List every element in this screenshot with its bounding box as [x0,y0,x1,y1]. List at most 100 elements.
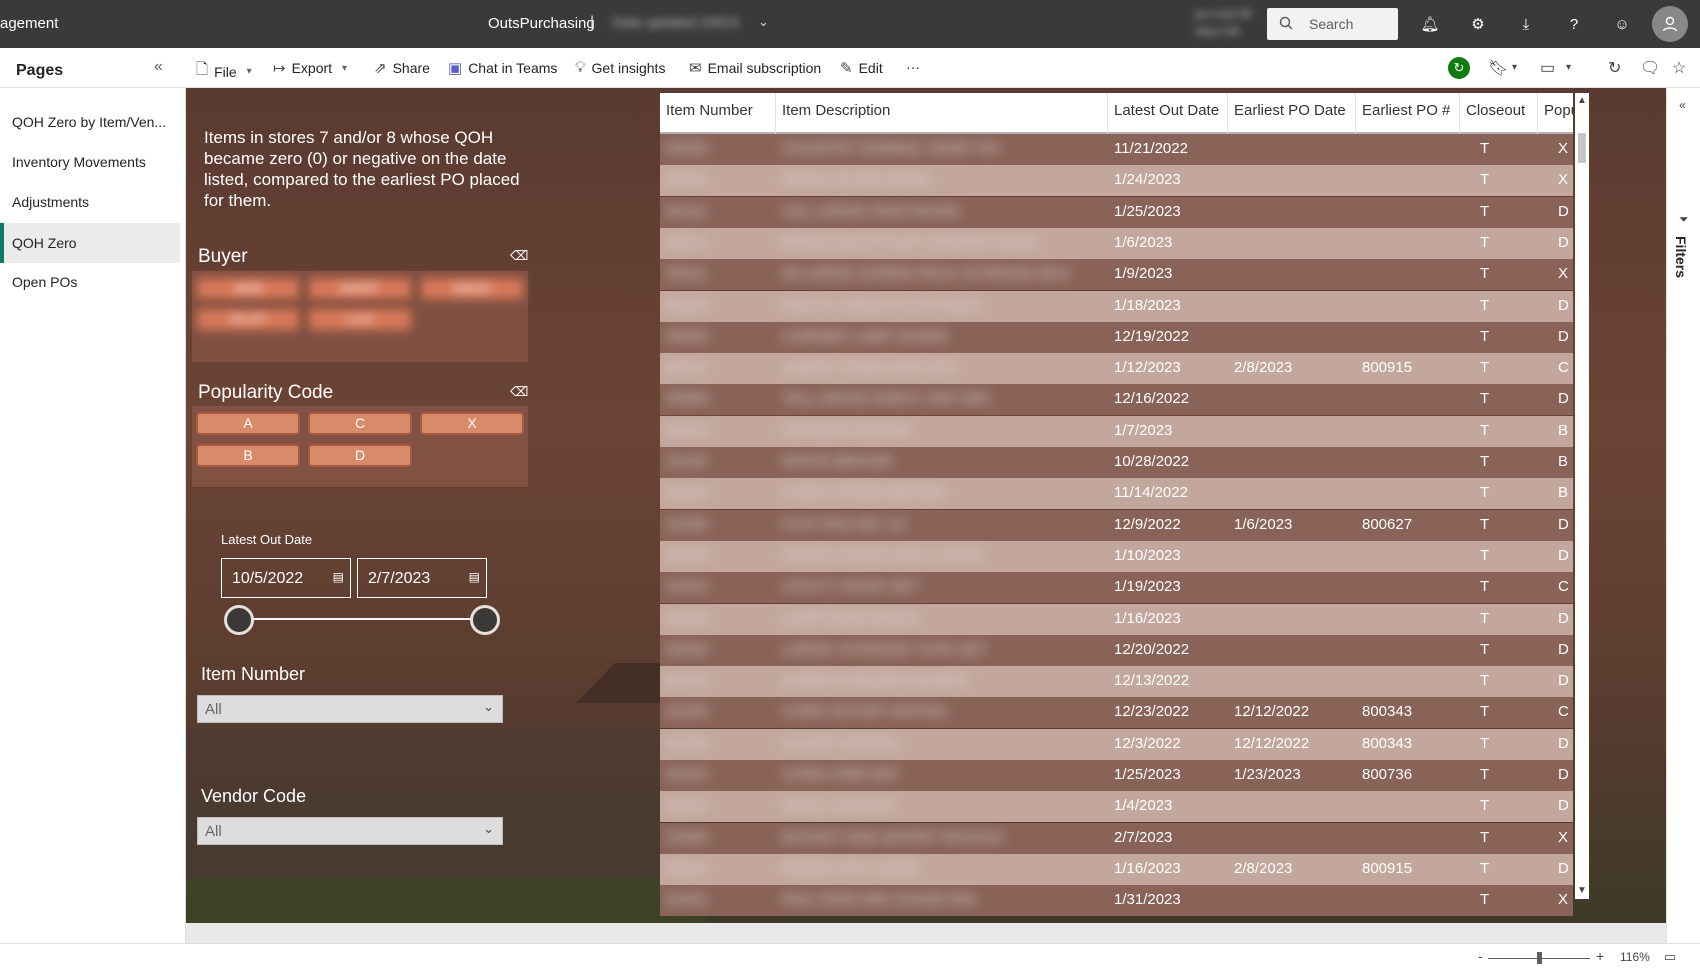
buyer-chip[interactable]: LAS [308,308,412,331]
export-menu[interactable]: ↦ Export ▾ [273,59,347,77]
date-range-start-handle[interactable] [224,605,254,635]
file-menu[interactable]: 🗋︎ File ▾ [196,59,252,84]
table-cell: CAL LARGE HIGH ROOM [782,202,959,220]
popularity-chip-c[interactable]: C [308,412,412,435]
page-item-qoh-zero[interactable]: QOH Zero [0,223,180,263]
scroll-down-icon[interactable]: ▼ [1577,885,1587,896]
avatar[interactable] [1652,6,1688,42]
item-number-dropdown[interactable]: All ⌄ [197,695,503,723]
table-row[interactable]: 02341 RAIL FEED MID SHADE BIN 1/31/2023 T X [660,885,1573,917]
calendar-icon[interactable]: ▤ [333,570,344,584]
table-row[interactable]: 00344 WHITE LARGE PLATE RACK 1/18/2023 T D [660,290,1573,322]
column-header-latest-out-date[interactable]: Latest Out Date [1108,93,1228,134]
calendar-icon[interactable]: ▤ [469,570,480,584]
page-item-open-pos[interactable]: Open POs [0,262,180,302]
more-options-button[interactable]: ··· [906,59,920,75]
table-row[interactable]: 01215 CORN STRAW BROOM 11/14/2022 T B [660,478,1573,510]
table-row[interactable]: 02311 RIDGE CAP LARGE 1/16/2023 2/8/2023 800… [660,853,1573,885]
chevron-down-icon[interactable]: ▾ [1512,62,1517,73]
table-row[interactable]: 00508 TALL WOOD SHELF UNIT BIN 12/16/2022 T… [660,384,1573,416]
zoom-slider-thumb[interactable] [1537,952,1542,964]
download-icon[interactable]: ⤓ [1514,12,1538,36]
table-row[interactable]: 02160 SCOOP SHOVEL 12/3/2022 12/12/2022 8003… [660,728,1573,760]
refresh-icon[interactable]: ↻ [1608,58,1621,78]
scroll-up-icon[interactable]: ▲ [1577,95,1587,106]
column-header-earliest-po-date[interactable]: Earliest PO Date [1228,93,1356,134]
table-row[interactable]: 00311 #8 LARGE SCREW PACK STORAGE BOX 1/9/… [660,259,1573,291]
collapse-pane-icon[interactable]: « [154,58,163,76]
table-row[interactable]: 02040 LARGE STORAGE TOTE SET 12/20/2022 T D [660,634,1573,666]
zoom-in-button[interactable]: + [1596,948,1604,964]
filters-label[interactable]: Filters [1673,236,1689,278]
popularity-chip-x[interactable]: X [420,412,524,435]
search-input[interactable]: Search [1267,8,1398,40]
page-item-qoh-zero-by-item[interactable]: QOH Zero by Item/Ven... [0,102,180,142]
table-row[interactable]: 00020 COUNTRY NORMAL HARD TIN 11/21/2022 T X [660,134,1573,165]
report-title[interactable]: OutsPurchasing [488,15,595,32]
table-row[interactable]: 01140 WHITE BROOM 10/28/2022 T B [660,447,1573,478]
smiley-icon[interactable]: ☺ [1610,12,1634,36]
buyer-chip[interactable]: SMJO [420,277,524,300]
table-row[interactable]: 01510 UTILITY HOOK SET 1/19/2023 T C [660,572,1573,604]
buyer-chip[interactable]: RLVP [196,308,300,331]
table-row[interactable]: 00417 LARGE TOWEL BAR SET 1/12/2023 2/8/202… [660,353,1573,385]
buyer-chip[interactable]: AMS [196,277,300,300]
latest-out-date-label: Latest Out Date [221,532,313,547]
column-header-closeout[interactable]: Closeout [1460,93,1538,134]
help-icon[interactable]: ? [1562,12,1586,36]
eraser-icon[interactable]: ⌫ [510,248,528,264]
trial-badge[interactable]: pro trial 59 days left [1195,6,1265,40]
column-header-item-number[interactable]: Item Number [660,93,776,134]
zoom-out-button[interactable]: - [1478,948,1483,964]
table-row[interactable]: 00112 CAL LARGE HIGH ROOM 1/25/2023 T D [660,196,1573,228]
end-date-input[interactable]: 2/7/2023 ▤ [357,558,487,598]
table-row[interactable]: 01633 LAMP BASE WHITE 1/16/2023 T D [660,603,1573,635]
comment-icon[interactable]: 🗨︎ [1640,58,1660,78]
column-header-item-description[interactable]: Item Description [776,93,1108,134]
gear-icon[interactable]: ⚙ [1466,12,1490,36]
table-row[interactable]: 00350 CORNER LAMP SHADE 12/19/2022 T D [660,321,1573,353]
page-item-inventory-movements[interactable]: Inventory Movements [0,142,180,182]
table-row[interactable]: 00041 SMALL BLACK BOWL 1/24/2023 T X [660,165,1573,197]
eraser-icon[interactable]: ⌫ [510,384,528,400]
table-row[interactable]: 01420 FENCE STAPLE BOX LARGE 1/10/2023 T D [660,540,1573,572]
bookmark-icon[interactable]: 🔖︎ [1488,58,1508,78]
popularity-chip-d[interactable]: D [308,444,412,467]
column-header-popularity-code[interactable]: Popularity Code [1538,93,1573,134]
table-row[interactable]: 02241 SMALL BUCKET 1/4/2023 T D [660,791,1573,823]
page-item-label: Adjustments [12,194,90,210]
table-row[interactable]: 00612 ANTIQUE BROOM 1/7/2023 T B [660,415,1573,447]
chat-in-teams-button[interactable]: ▣ Chat in Teams [448,59,557,77]
popularity-chip-a[interactable]: A [196,412,300,435]
view-icon[interactable]: ▭ [1540,58,1555,78]
email-subscription-button[interactable]: ✉ Email subscription [689,59,821,77]
scroll-thumb[interactable] [1578,133,1586,163]
chevron-down-icon[interactable]: ⌄ [758,14,769,30]
filters-pane[interactable]: « ⏷ Filters [1666,88,1700,943]
table-cell: T [1480,296,1490,314]
table-row[interactable]: 02150 CORN SCOOP SHOVEL 12/23/2022 12/12/20… [660,697,1573,729]
date-range-end-handle[interactable] [470,605,500,635]
table-row[interactable]: 02101 LARGE HANGING BASKET 12/13/2022 T D [660,666,1573,698]
chevron-down-icon[interactable]: ▾ [1566,62,1571,73]
get-insights-button[interactable]: 💡︎ Get insights [575,59,665,76]
table-row[interactable]: 01305 FLAT PAN SET 10 12/9/2022 1/6/2023 800… [660,509,1573,541]
column-header-earliest-po-number[interactable]: Earliest PO # [1356,93,1460,134]
edit-button[interactable]: ✎ Edit [840,59,883,77]
table-scrollbar[interactable]: ▲ ▼ [1575,93,1589,899]
table-row[interactable]: 02300 BUCKET AND WATER TROUGH 2/7/2023 T X [660,822,1573,854]
data-updated-label[interactable]: Data updated 2/8/23 [612,14,739,30]
share-button[interactable]: ⇗ Share [374,59,430,77]
buyer-chip[interactable]: MART [308,277,412,300]
vendor-code-dropdown[interactable]: All ⌄ [197,817,503,845]
page-item-adjustments[interactable]: Adjustments [0,182,180,222]
sync-status-icon[interactable]: ↻ [1448,57,1470,79]
table-row[interactable]: 00217 BRASS MULTI FLAT HANGER HOOK 1/6/202… [660,227,1573,259]
bell-icon[interactable]: 🔔︎ [1418,12,1442,36]
start-date-input[interactable]: 10/5/2022 ▤ [221,558,351,598]
favorite-star-icon[interactable]: ☆ [1672,58,1686,78]
fit-to-page-icon[interactable]: ▭ [1664,949,1676,965]
table-row[interactable]: 02210 CORN CRIB NET 1/25/2023 1/23/2023 8007… [660,760,1573,791]
expand-filters-icon[interactable]: « [1679,98,1686,112]
popularity-chip-b[interactable]: B [196,444,300,467]
